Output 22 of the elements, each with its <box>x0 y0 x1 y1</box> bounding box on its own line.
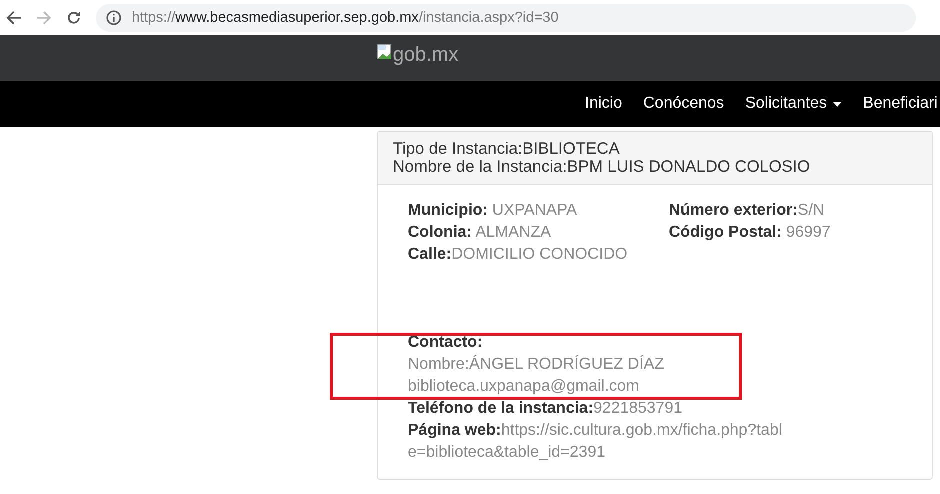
address-field: Colonia: ALMANZA <box>408 222 669 244</box>
info-icon[interactable] <box>106 10 122 26</box>
broken-image-icon <box>377 44 393 60</box>
instance-title: Tipo de Instancia:BIBLIOTECA <box>393 140 621 158</box>
nav-link[interactable]: Beneficiari <box>863 95 938 113</box>
contact-info: Nombre:ÁNGEL RODRÍGUEZ DÍAZ <box>408 354 666 375</box>
logo-alt-text: gob.mx <box>377 44 459 72</box>
address-field: Número exterior:S/N <box>669 200 831 222</box>
phone-field: Teléfono de la instancia:9221853791 <box>408 398 902 420</box>
contact-heading: Contacto: <box>408 333 484 353</box>
instance-title: Nombre de la Instancia:BPM LUIS DONALDO COLOSIO <box>393 158 812 176</box>
reload-icon[interactable] <box>66 10 82 26</box>
address-field: Código Postal: 96997 <box>669 222 831 244</box>
website-field: Página web:https://sic.cultura.gob.mx/ficha.php?table=biblioteca&table_id=2391 <box>408 420 788 464</box>
back-icon[interactable] <box>6 10 22 26</box>
nav-link[interactable]: Conócenos <box>643 95 724 113</box>
nav-link[interactable]: Inicio <box>585 95 622 113</box>
address-bar[interactable]: https://www.becasmediasuperior.sep.gob.mx/instancia.aspx?id=30 <box>96 4 916 32</box>
address-field: Calle:DOMICILIO CONOCIDO <box>408 244 669 266</box>
contact-info: biblioteca.uxpanapa@gmail.com <box>408 377 640 397</box>
nav-link[interactable]: Solicitantes <box>745 95 842 113</box>
address-field: Municipio: UXPANAPA <box>408 200 669 222</box>
